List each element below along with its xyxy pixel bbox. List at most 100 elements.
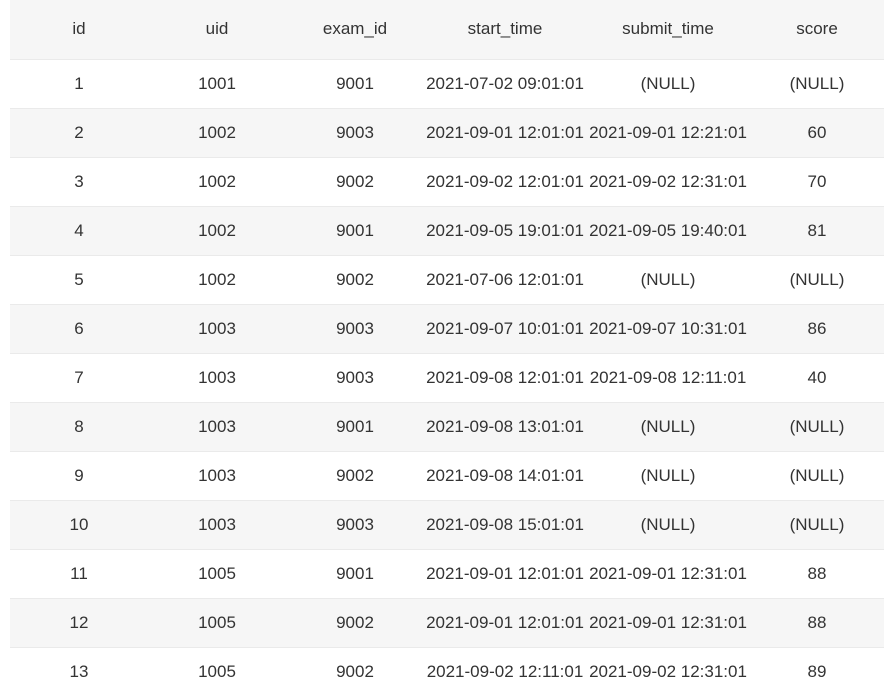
cell-id: 13 bbox=[69, 661, 89, 681]
cell-uid: 1003 bbox=[198, 514, 236, 534]
cell-start-time: 2021-09-08 12:01:01 bbox=[426, 367, 584, 387]
cell-uid: 1002 bbox=[198, 171, 236, 191]
cell-uid: 1003 bbox=[198, 318, 236, 338]
cell-id: 6 bbox=[74, 318, 84, 338]
cell-exam-id: 9002 bbox=[336, 171, 374, 191]
cell-id: 9 bbox=[74, 465, 84, 485]
table-row: 4 1002 9001 2021-09-05 19:01:01 2021-09-05 1… bbox=[10, 206, 884, 255]
cell-exam-id: 9001 bbox=[336, 220, 374, 240]
cell-score: 70 bbox=[807, 171, 827, 191]
cell-uid: 1002 bbox=[198, 122, 236, 142]
cell-id: 12 bbox=[69, 612, 89, 632]
cell-submit-time: (NULL) bbox=[640, 416, 696, 436]
table-row: 11 1005 9001 2021-09-01 12:01:01 2021-09-01 … bbox=[10, 549, 884, 598]
cell-id: 5 bbox=[74, 269, 84, 289]
table-body: 1 1001 9001 2021-07-02 09:01:01 (NULL) (NULL)… bbox=[10, 59, 884, 696]
table-row: 2 1002 9003 2021-09-01 12:01:01 2021-09-01 1… bbox=[10, 108, 884, 157]
cell-score: (NULL) bbox=[789, 465, 845, 485]
cell-start-time: 2021-09-02 12:01:01 bbox=[426, 171, 584, 191]
cell-exam-id: 9003 bbox=[336, 367, 374, 387]
table-row: 1 1001 9001 2021-07-02 09:01:01 (NULL) (NULL) bbox=[10, 59, 884, 108]
cell-uid: 1005 bbox=[198, 563, 236, 583]
cell-exam-id: 9003 bbox=[336, 122, 374, 142]
cell-start-time: 2021-09-07 10:01:01 bbox=[426, 318, 584, 338]
cell-start-time: 2021-09-02 12:11:01 bbox=[426, 661, 584, 681]
cell-id: 8 bbox=[74, 416, 84, 436]
column-header-uid: uid bbox=[205, 19, 229, 39]
cell-start-time: 2021-09-08 13:01:01 bbox=[426, 416, 584, 436]
cell-exam-id: 9001 bbox=[336, 73, 374, 93]
cell-submit-time: 2021-09-02 12:31:01 bbox=[589, 661, 747, 681]
cell-score: (NULL) bbox=[789, 73, 845, 93]
cell-submit-time: 2021-09-05 19:40:01 bbox=[589, 220, 747, 240]
table-row: 5 1002 9002 2021-07-06 12:01:01 (NULL) (NULL) bbox=[10, 255, 884, 304]
cell-score: (NULL) bbox=[789, 269, 845, 289]
cell-score: 88 bbox=[807, 563, 827, 583]
cell-score: 88 bbox=[807, 612, 827, 632]
cell-uid: 1005 bbox=[198, 661, 236, 681]
cell-score: (NULL) bbox=[789, 514, 845, 534]
cell-score: 89 bbox=[807, 661, 827, 681]
cell-id: 7 bbox=[74, 367, 84, 387]
cell-id: 4 bbox=[74, 220, 84, 240]
table-row: 3 1002 9002 2021-09-02 12:01:01 2021-09-02 1… bbox=[10, 157, 884, 206]
table-row: 10 1003 9003 2021-09-08 15:01:01 (NULL) (NULL… bbox=[10, 500, 884, 549]
data-table-container: id uid exam_id start_time submit_time score 1… bbox=[10, 0, 884, 696]
cell-start-time: 2021-09-01 12:01:01 bbox=[426, 122, 584, 142]
table-row: 12 1005 9002 2021-09-01 12:01:01 2021-09-01 … bbox=[10, 598, 884, 647]
cell-uid: 1003 bbox=[198, 416, 236, 436]
cell-exam-id: 9002 bbox=[336, 661, 374, 681]
cell-submit-time: 2021-09-02 12:31:01 bbox=[589, 171, 747, 191]
cell-id: 2 bbox=[74, 122, 84, 142]
table-row: 9 1003 9002 2021-09-08 14:01:01 (NULL) (NULL) bbox=[10, 451, 884, 500]
table-row: 8 1003 9001 2021-09-08 13:01:01 (NULL) (NULL) bbox=[10, 402, 884, 451]
cell-exam-id: 9002 bbox=[336, 612, 374, 632]
header-row: id uid exam_id start_time submit_time score bbox=[10, 0, 884, 59]
cell-id: 10 bbox=[69, 514, 89, 534]
cell-exam-id: 9001 bbox=[336, 416, 374, 436]
cell-score: 86 bbox=[807, 318, 827, 338]
table-row: 6 1003 9003 2021-09-07 10:01:01 2021-09-07 1… bbox=[10, 304, 884, 353]
column-header-submit-time: submit_time bbox=[622, 19, 714, 39]
cell-uid: 1001 bbox=[198, 73, 236, 93]
cell-exam-id: 9003 bbox=[336, 318, 374, 338]
cell-submit-time: 2021-09-01 12:21:01 bbox=[589, 122, 747, 142]
column-header-start-time: start_time bbox=[467, 19, 543, 39]
cell-submit-time: (NULL) bbox=[640, 465, 696, 485]
cell-submit-time: 2021-09-07 10:31:01 bbox=[589, 318, 747, 338]
cell-submit-time: 2021-09-08 12:11:01 bbox=[589, 367, 747, 387]
cell-submit-time: (NULL) bbox=[640, 73, 696, 93]
cell-start-time: 2021-07-02 09:01:01 bbox=[426, 73, 584, 93]
cell-exam-id: 9001 bbox=[336, 563, 374, 583]
cell-exam-id: 9003 bbox=[336, 514, 374, 534]
exam-record-table: id uid exam_id start_time submit_time score 1… bbox=[10, 0, 884, 696]
table-header: id uid exam_id start_time submit_time score bbox=[10, 0, 884, 59]
cell-start-time: 2021-07-06 12:01:01 bbox=[426, 269, 584, 289]
column-header-exam-id: exam_id bbox=[322, 19, 388, 39]
cell-uid: 1002 bbox=[198, 220, 236, 240]
cell-submit-time: (NULL) bbox=[640, 514, 696, 534]
table-row: 7 1003 9003 2021-09-08 12:01:01 2021-09-08 1… bbox=[10, 353, 884, 402]
cell-uid: 1003 bbox=[198, 465, 236, 485]
cell-score: 40 bbox=[807, 367, 827, 387]
cell-score: 81 bbox=[807, 220, 827, 240]
cell-start-time: 2021-09-08 15:01:01 bbox=[426, 514, 584, 534]
cell-submit-time: (NULL) bbox=[640, 269, 696, 289]
cell-id: 3 bbox=[74, 171, 84, 191]
cell-uid: 1005 bbox=[198, 612, 236, 632]
cell-score: 60 bbox=[807, 122, 827, 142]
cell-start-time: 2021-09-01 12:01:01 bbox=[426, 563, 584, 583]
column-header-id: id bbox=[72, 19, 86, 39]
cell-start-time: 2021-09-08 14:01:01 bbox=[426, 465, 584, 485]
cell-start-time: 2021-09-05 19:01:01 bbox=[426, 220, 584, 240]
cell-uid: 1003 bbox=[198, 367, 236, 387]
cell-submit-time: 2021-09-01 12:31:01 bbox=[589, 563, 747, 583]
cell-id: 11 bbox=[70, 563, 88, 583]
cell-exam-id: 9002 bbox=[336, 269, 374, 289]
column-header-score: score bbox=[796, 19, 838, 39]
cell-id: 1 bbox=[74, 73, 84, 93]
cell-start-time: 2021-09-01 12:01:01 bbox=[426, 612, 584, 632]
cell-uid: 1002 bbox=[198, 269, 236, 289]
table-row: 13 1005 9002 2021-09-02 12:11:01 2021-09-02 … bbox=[10, 647, 884, 696]
cell-exam-id: 9002 bbox=[336, 465, 374, 485]
